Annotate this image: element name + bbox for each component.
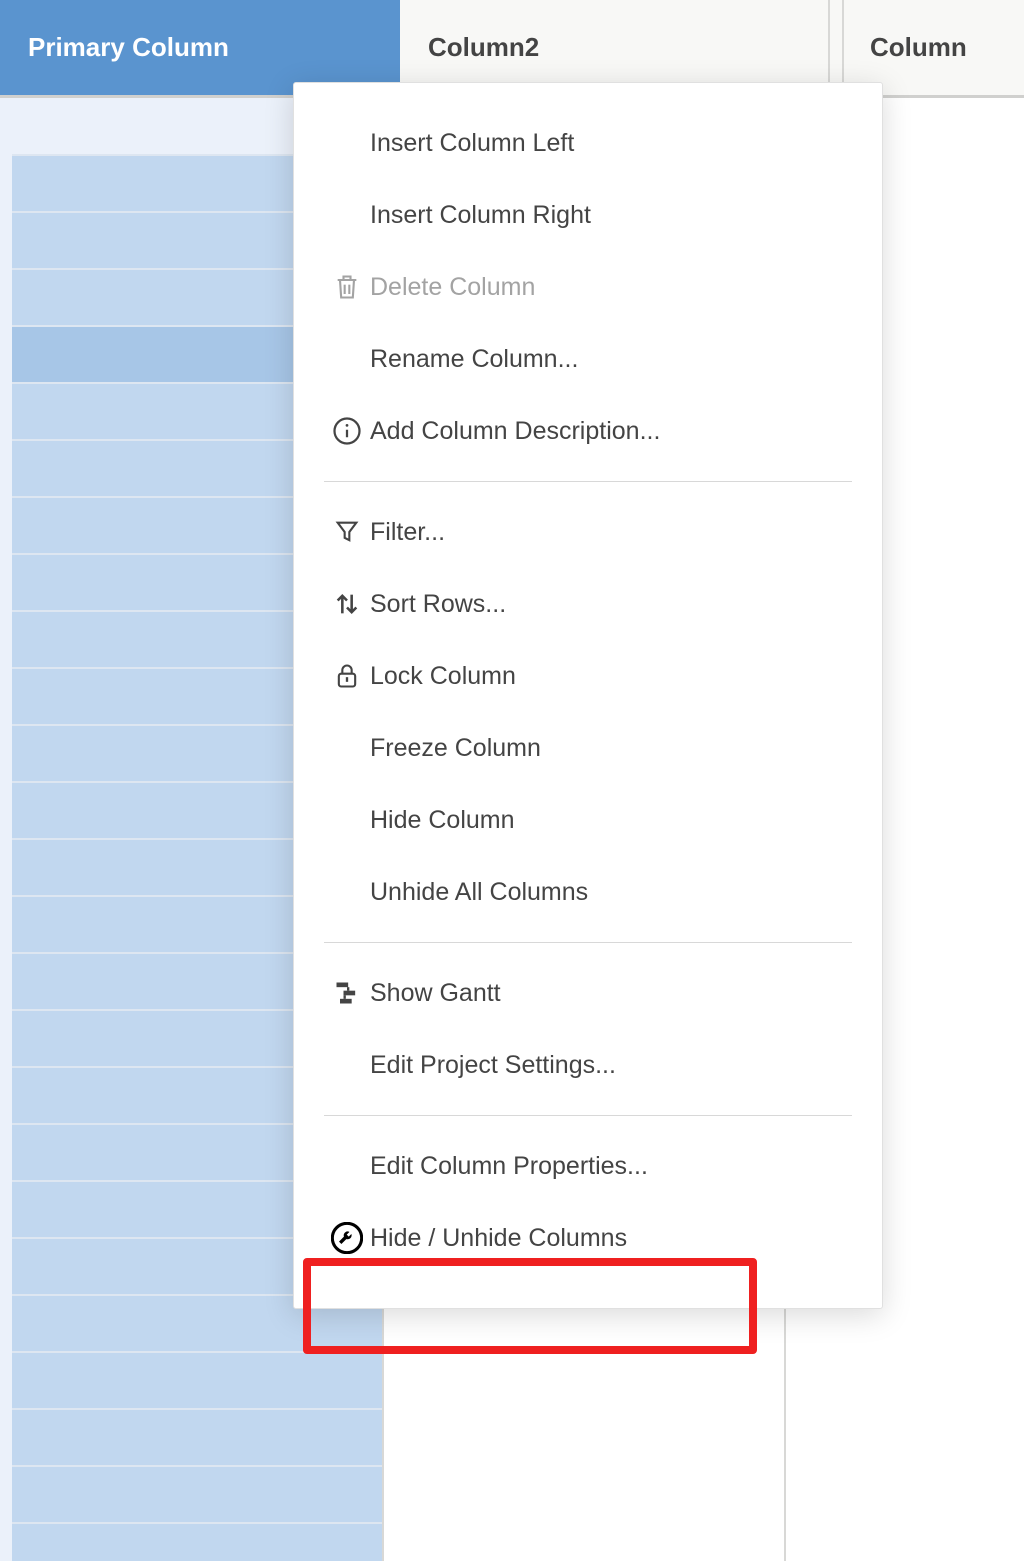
- lock-icon: [324, 659, 370, 693]
- menu-insert-column-right[interactable]: Insert Column Right: [294, 179, 882, 251]
- blank-icon: [324, 198, 370, 232]
- column-header-primary[interactable]: Primary Column: [0, 0, 400, 95]
- menu-edit-column-properties[interactable]: Edit Column Properties...: [294, 1130, 882, 1202]
- grid-cell[interactable]: [12, 1524, 382, 1561]
- menu-label: Sort Rows...: [370, 590, 506, 619]
- menu-add-column-description[interactable]: Add Column Description...: [294, 395, 882, 467]
- menu-edit-project-settings[interactable]: Edit Project Settings...: [294, 1029, 882, 1101]
- menu-label: Hide / Unhide Columns: [370, 1224, 627, 1253]
- menu-label: Edit Project Settings...: [370, 1051, 616, 1080]
- menu-label: Show Gantt: [370, 979, 501, 1008]
- wrench-circle-icon: [324, 1221, 370, 1255]
- menu-hide-column[interactable]: Hide Column: [294, 784, 882, 856]
- column-header-primary-label: Primary Column: [28, 32, 229, 63]
- column-header-2[interactable]: Column2: [400, 0, 830, 95]
- column-context-menu: Insert Column Left Insert Column Right D…: [293, 82, 883, 1309]
- column-header-3[interactable]: Column: [830, 0, 1024, 95]
- column-header-2-label: Column2: [428, 32, 539, 63]
- grid-cell[interactable]: [12, 1353, 382, 1410]
- menu-delete-column: Delete Column: [294, 251, 882, 323]
- menu-hide-unhide-columns[interactable]: Hide / Unhide Columns: [294, 1202, 882, 1274]
- menu-label: Insert Column Right: [370, 201, 591, 230]
- grid-cell[interactable]: [12, 1467, 382, 1524]
- menu-sort-rows[interactable]: Sort Rows...: [294, 568, 882, 640]
- menu-filter[interactable]: Filter...: [294, 496, 882, 568]
- blank-icon: [324, 731, 370, 765]
- menu-unhide-all-columns[interactable]: Unhide All Columns: [294, 856, 882, 928]
- menu-show-gantt[interactable]: Show Gantt: [294, 957, 882, 1029]
- menu-separator: [324, 481, 852, 482]
- menu-rename-column[interactable]: Rename Column...: [294, 323, 882, 395]
- menu-separator: [324, 1115, 852, 1116]
- column-header-3-label: Column: [870, 32, 967, 63]
- gantt-icon: [324, 976, 370, 1010]
- blank-icon: [324, 1149, 370, 1183]
- menu-label: Hide Column: [370, 806, 515, 835]
- menu-label: Unhide All Columns: [370, 878, 588, 907]
- blank-icon: [324, 126, 370, 160]
- menu-lock-column[interactable]: Lock Column: [294, 640, 882, 712]
- sort-icon: [324, 587, 370, 621]
- menu-separator: [324, 942, 852, 943]
- trash-icon: [324, 270, 370, 304]
- menu-label: Freeze Column: [370, 734, 541, 763]
- menu-label: Rename Column...: [370, 345, 578, 374]
- menu-label: Edit Column Properties...: [370, 1152, 648, 1181]
- blank-icon: [324, 342, 370, 376]
- filter-icon: [324, 515, 370, 549]
- menu-label: Insert Column Left: [370, 129, 574, 158]
- grid-cell[interactable]: [12, 1410, 382, 1467]
- menu-label: Filter...: [370, 518, 445, 547]
- blank-icon: [324, 1048, 370, 1082]
- blank-icon: [324, 803, 370, 837]
- menu-label: Delete Column: [370, 273, 535, 302]
- menu-freeze-column[interactable]: Freeze Column: [294, 712, 882, 784]
- menu-label: Add Column Description...: [370, 417, 660, 446]
- menu-label: Lock Column: [370, 662, 516, 691]
- menu-insert-column-left[interactable]: Insert Column Left: [294, 107, 882, 179]
- blank-icon: [324, 875, 370, 909]
- info-icon: [324, 414, 370, 448]
